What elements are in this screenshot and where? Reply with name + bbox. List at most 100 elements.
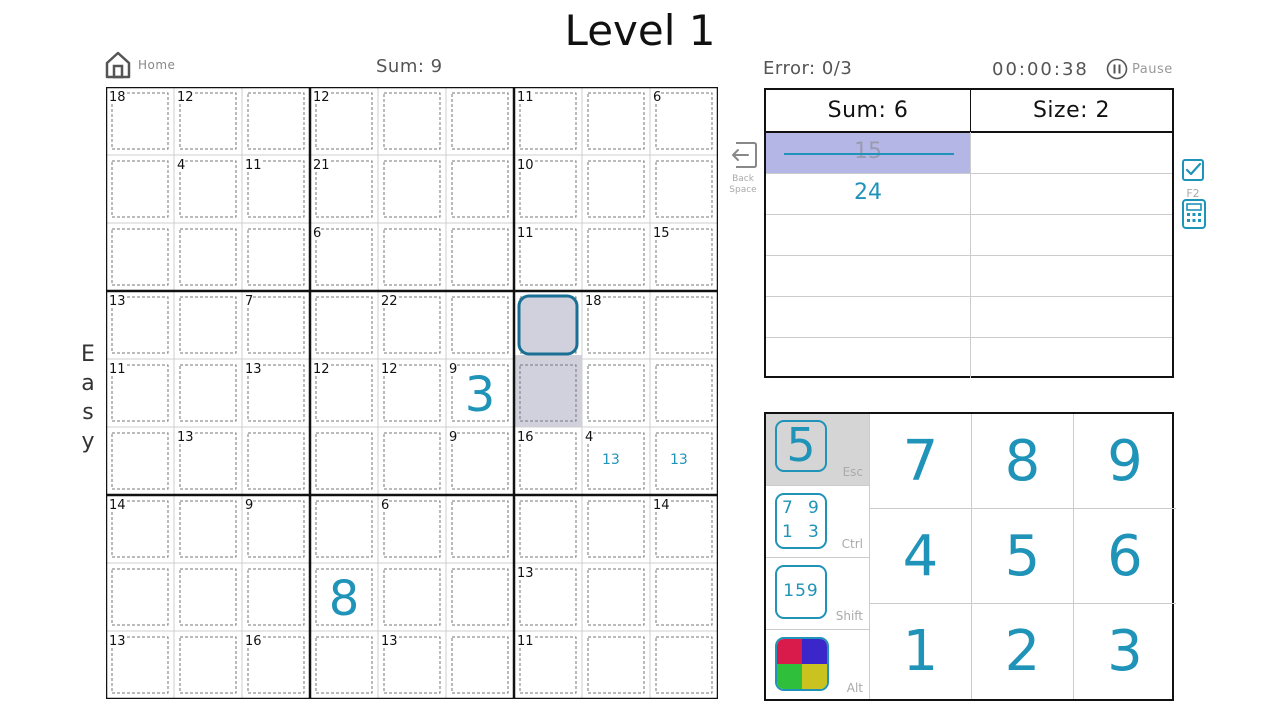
board-cell[interactable] bbox=[514, 495, 582, 563]
number-key-9[interactable]: 9 bbox=[1074, 414, 1176, 509]
board-cell[interactable] bbox=[446, 291, 514, 359]
auto-check-button[interactable]: F2 bbox=[1180, 157, 1206, 200]
strike-line bbox=[784, 153, 954, 155]
board-cell[interactable] bbox=[106, 563, 174, 631]
calculator-button[interactable] bbox=[1181, 198, 1207, 234]
backspace-button[interactable]: Back Space bbox=[728, 140, 758, 196]
board-cell[interactable] bbox=[174, 631, 242, 699]
cage-sum: 18 bbox=[585, 294, 602, 309]
board-cell[interactable] bbox=[106, 155, 174, 223]
board-cell[interactable] bbox=[378, 427, 446, 495]
board-cell[interactable] bbox=[650, 631, 718, 699]
cage-sum: 4 bbox=[177, 158, 186, 173]
board-cell[interactable] bbox=[446, 495, 514, 563]
board-cell[interactable] bbox=[174, 563, 242, 631]
board-cell[interactable] bbox=[582, 495, 650, 563]
mode-color-button[interactable]: Alt bbox=[766, 630, 869, 701]
number-key-2[interactable]: 2 bbox=[972, 604, 1074, 699]
cage-sum: 13 bbox=[245, 362, 262, 377]
board-cell[interactable] bbox=[310, 495, 378, 563]
number-key-4[interactable]: 4 bbox=[870, 509, 972, 604]
home-button[interactable]: Home bbox=[104, 50, 175, 80]
number-key-8[interactable]: 8 bbox=[972, 414, 1074, 509]
combo-row-struck[interactable]: 15 bbox=[766, 133, 970, 173]
board-cell[interactable] bbox=[378, 563, 446, 631]
sudoku-board: 18 12 12 11 6 4 11 21 10 6 11 15 13 7 22 18 11 13 12 12 9 13 9… bbox=[106, 87, 718, 699]
cell-candidate: 13 bbox=[602, 452, 620, 468]
number-key-6[interactable]: 6 bbox=[1074, 509, 1176, 604]
board-cell[interactable] bbox=[310, 291, 378, 359]
pause-icon bbox=[1106, 58, 1128, 80]
number-key-1[interactable]: 1 bbox=[870, 604, 972, 699]
row-divider bbox=[766, 214, 1172, 215]
number-key-5[interactable]: 5 bbox=[972, 509, 1074, 604]
board-cell[interactable] bbox=[174, 359, 242, 427]
cage-sum: 13 bbox=[177, 430, 194, 445]
board-cell[interactable] bbox=[582, 155, 650, 223]
mode-shortcut: Ctrl bbox=[841, 537, 863, 551]
board-cell[interactable] bbox=[514, 359, 582, 427]
board-cell[interactable] bbox=[174, 495, 242, 563]
corner-sample-digit: 7 bbox=[782, 498, 793, 518]
board-cell[interactable] bbox=[650, 359, 718, 427]
corner-sample-digit: 1 bbox=[782, 522, 793, 542]
board-cell[interactable] bbox=[582, 87, 650, 155]
board-cell[interactable] bbox=[242, 87, 310, 155]
cage-sum: 9 bbox=[245, 498, 254, 513]
board-cell[interactable] bbox=[446, 87, 514, 155]
board-cell[interactable] bbox=[446, 155, 514, 223]
page-title: Level 1 bbox=[564, 6, 716, 55]
cage-sum: 13 bbox=[381, 634, 398, 649]
board-cell[interactable] bbox=[514, 291, 582, 359]
calculator-icon bbox=[1182, 199, 1206, 229]
board-cell[interactable] bbox=[106, 223, 174, 291]
color-swatch bbox=[777, 664, 802, 689]
difficulty-letter: E bbox=[81, 342, 95, 367]
board-cell[interactable] bbox=[378, 155, 446, 223]
checkbox-icon bbox=[1182, 159, 1204, 181]
mode-normal-button[interactable]: 5 Esc bbox=[766, 414, 869, 485]
board-cell[interactable] bbox=[582, 359, 650, 427]
mode-center-button[interactable]: 159 Shift bbox=[766, 558, 869, 629]
number-key-7[interactable]: 7 bbox=[870, 414, 972, 509]
board-cell[interactable] bbox=[582, 563, 650, 631]
cage-sum: 21 bbox=[313, 158, 330, 173]
board-cell[interactable] bbox=[242, 563, 310, 631]
board-cell[interactable] bbox=[446, 631, 514, 699]
board-cell[interactable] bbox=[174, 223, 242, 291]
cage-sum: 13 bbox=[109, 294, 126, 309]
board-cell[interactable] bbox=[446, 223, 514, 291]
board-cell[interactable] bbox=[242, 427, 310, 495]
cage-sum: 15 bbox=[653, 226, 670, 241]
combo-row[interactable]: 24 bbox=[766, 174, 970, 214]
cage-sum: 14 bbox=[109, 498, 126, 513]
board-cell[interactable] bbox=[378, 87, 446, 155]
corner-sample-digit: 9 bbox=[808, 498, 819, 518]
board-cell[interactable] bbox=[650, 155, 718, 223]
board-cell[interactable] bbox=[310, 427, 378, 495]
row-divider bbox=[766, 337, 1172, 338]
board-cell[interactable] bbox=[378, 223, 446, 291]
board-cell[interactable] bbox=[650, 563, 718, 631]
pause-label: Pause bbox=[1132, 61, 1173, 77]
backspace-label-line: Space bbox=[729, 185, 757, 195]
mode-corner-button[interactable]: 7 9 1 3 Ctrl bbox=[766, 486, 869, 557]
home-label: Home bbox=[138, 58, 176, 72]
color-palette-icon bbox=[775, 637, 829, 691]
board-cell[interactable] bbox=[310, 631, 378, 699]
normal-mode-sample: 5 bbox=[775, 420, 827, 472]
board-cell[interactable] bbox=[242, 223, 310, 291]
sum-header: Sum: 6 bbox=[766, 90, 971, 132]
board-cell[interactable] bbox=[582, 223, 650, 291]
board-cell[interactable] bbox=[582, 631, 650, 699]
cage-sum: 4 bbox=[585, 430, 594, 445]
board-cell[interactable] bbox=[650, 291, 718, 359]
board-cell[interactable] bbox=[174, 291, 242, 359]
board-cell[interactable] bbox=[106, 427, 174, 495]
board-cell[interactable] bbox=[446, 563, 514, 631]
number-key-3[interactable]: 3 bbox=[1074, 604, 1176, 699]
cage-sum: 22 bbox=[381, 294, 398, 309]
pause-button[interactable]: Pause bbox=[1106, 58, 1173, 80]
difficulty-letter: s bbox=[82, 400, 94, 425]
cage-sum: 11 bbox=[245, 158, 262, 173]
